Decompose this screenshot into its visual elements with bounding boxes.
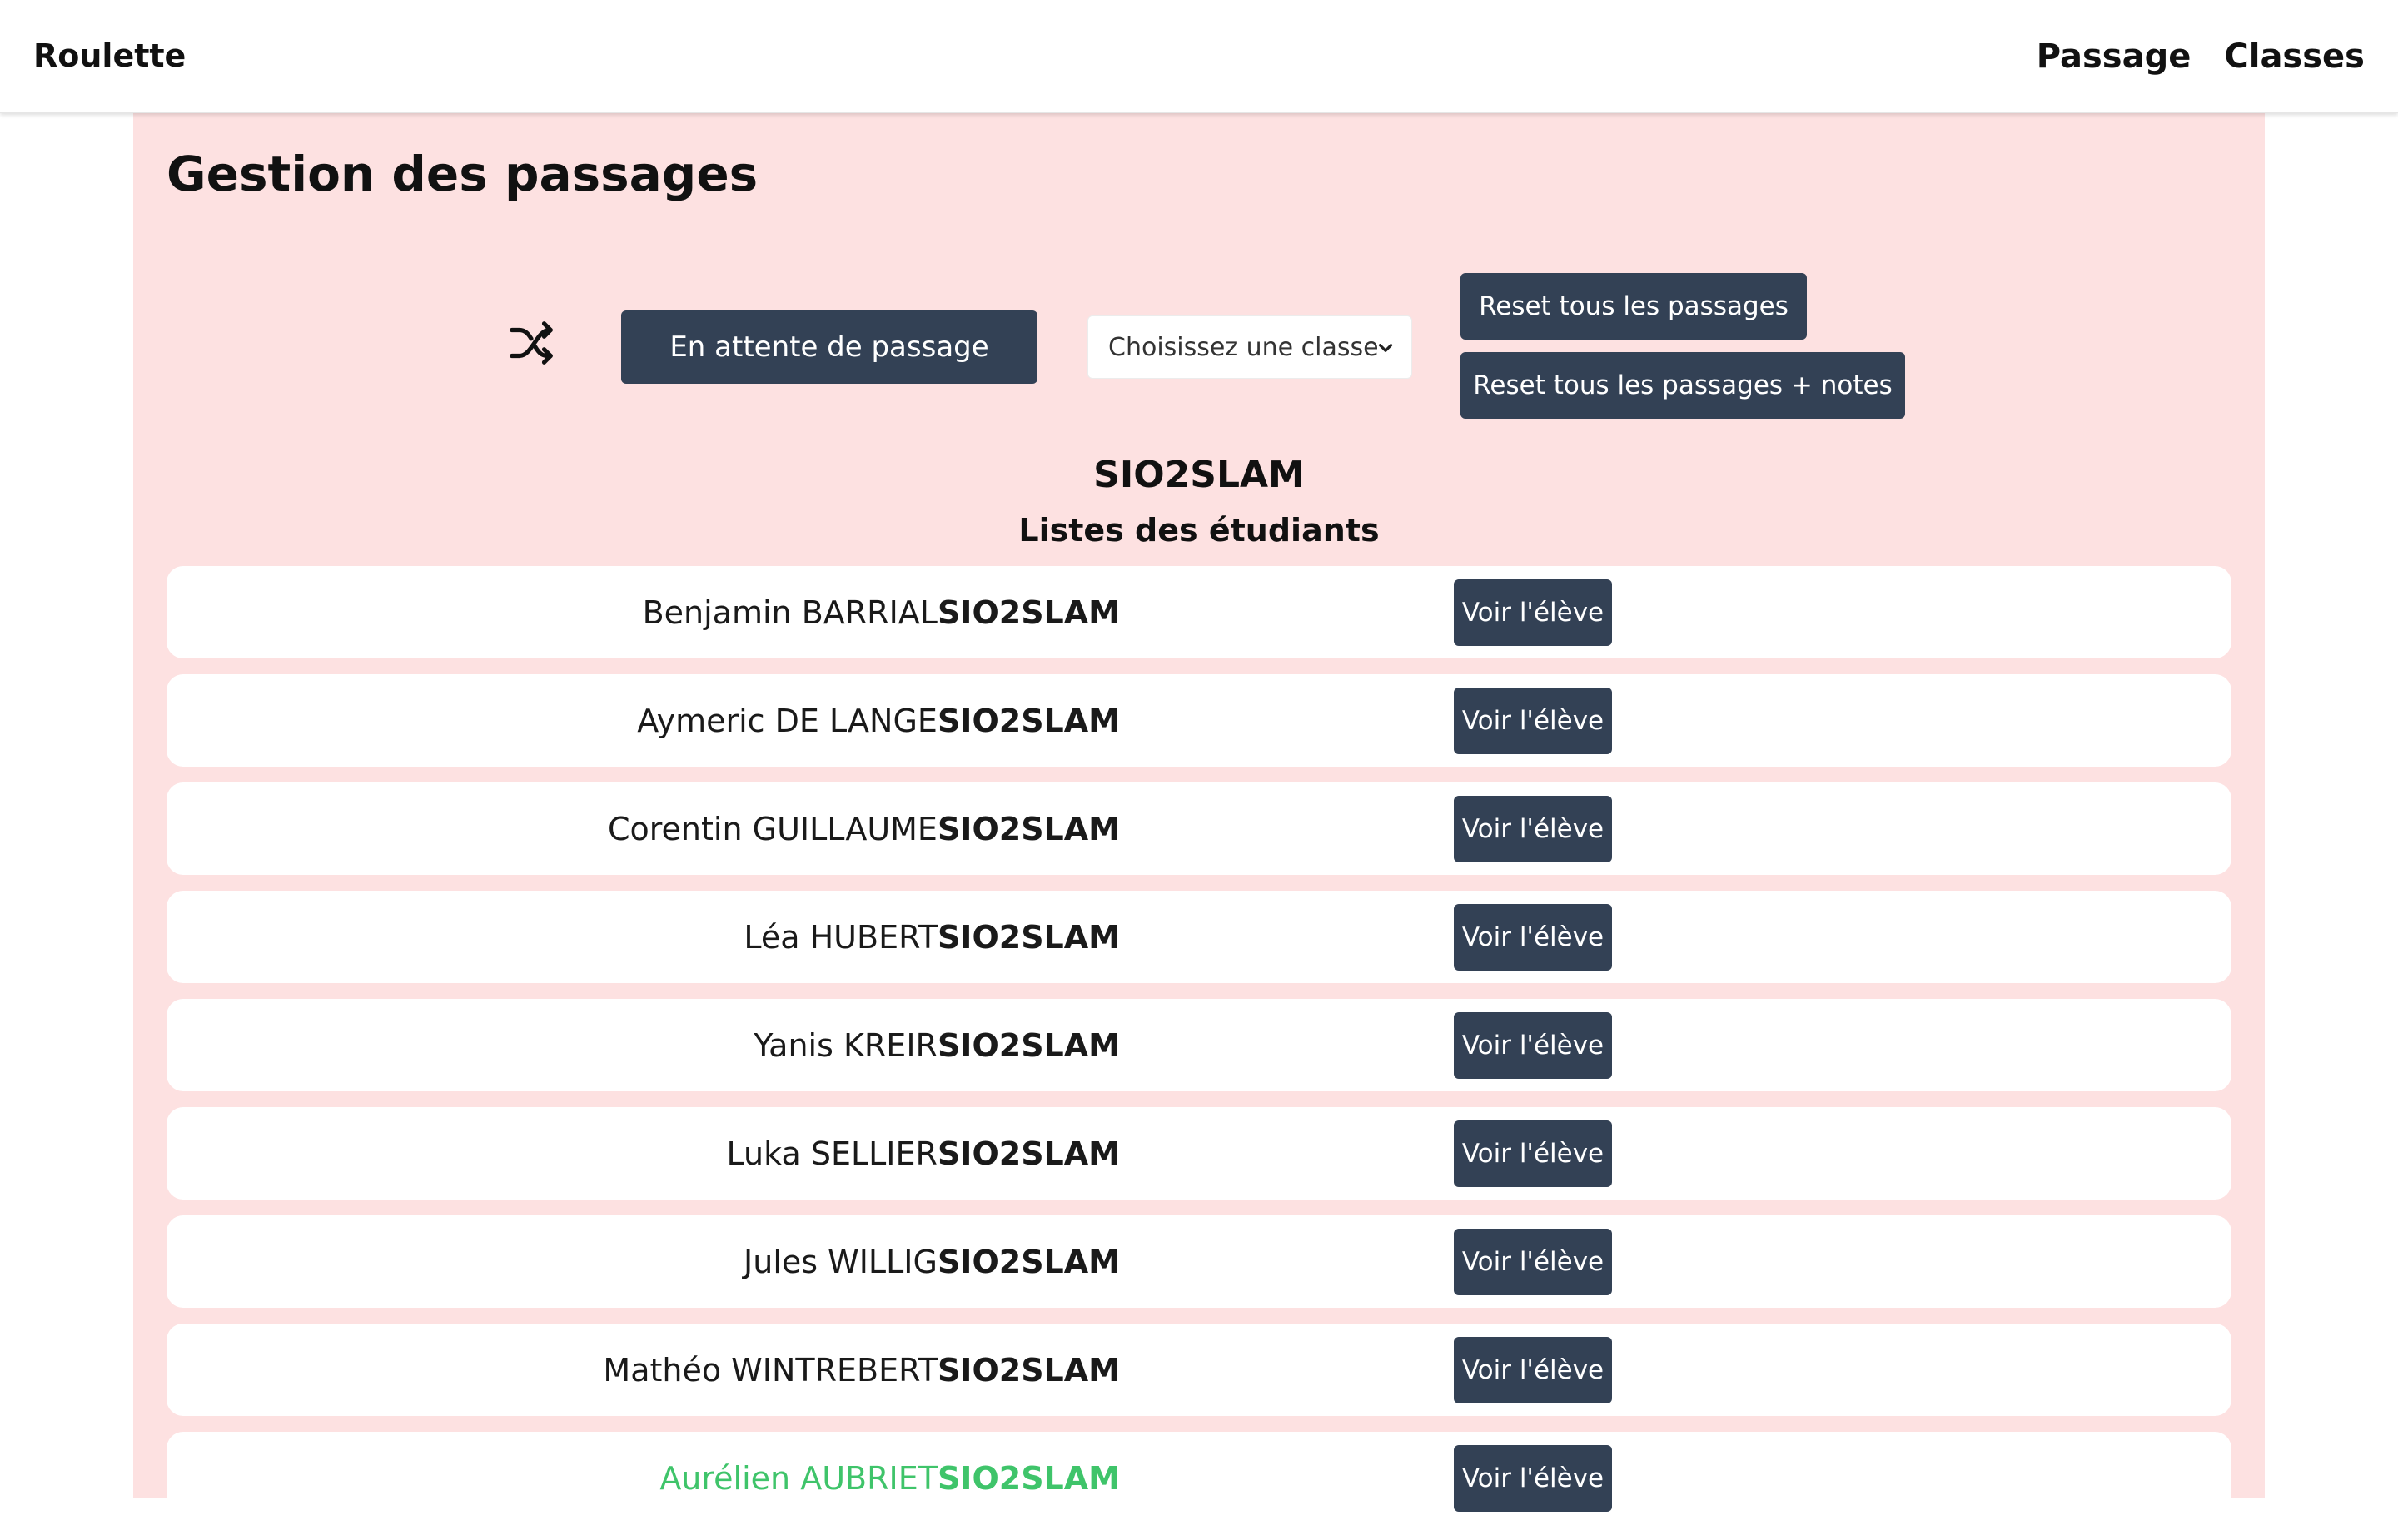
student-label: Léa HUBERT SIO2SLAM — [167, 891, 1120, 983]
view-student-button[interactable]: Voir l'élève — [1454, 579, 1612, 646]
navbar: Roulette Passage Classes — [0, 0, 2398, 113]
student-label: Corentin GUILLAUME SIO2SLAM — [167, 782, 1120, 875]
class-heading: SIO2SLAM — [1093, 454, 1305, 496]
student-label: Benjamin BARRIAL SIO2SLAM — [167, 566, 1120, 658]
student-row: Luka SELLIER SIO2SLAM Voir l'élève — [167, 1107, 2231, 1200]
student-row: Mathéo WINTREBERT SIO2SLAM Voir l'élève — [167, 1324, 2231, 1416]
student-label: Aymeric DE LANGE SIO2SLAM — [167, 674, 1120, 767]
page-title: Gestion des passages — [167, 146, 759, 202]
student-name: Luka SELLIER — [726, 1135, 938, 1172]
student-row: Aymeric DE LANGE SIO2SLAM Voir l'élève — [167, 674, 2231, 767]
nav-link-classes[interactable]: Classes — [2224, 37, 2365, 76]
view-student-button[interactable]: Voir l'élève — [1454, 796, 1612, 862]
student-name: Jules WILLIG — [744, 1243, 938, 1280]
student-name: Aymeric DE LANGE — [637, 702, 938, 739]
nav-links: Passage Classes — [2037, 0, 2365, 112]
student-label: Mathéo WINTREBERT SIO2SLAM — [167, 1324, 1120, 1416]
student-name: Léa HUBERT — [744, 918, 938, 956]
student-label: Yanis KREIR SIO2SLAM — [167, 999, 1120, 1091]
student-list: Benjamin BARRIAL SIO2SLAM Voir l'élève Aym… — [167, 566, 2231, 1540]
student-name: Yanis KREIR — [754, 1026, 938, 1064]
student-class: SIO2SLAM — [937, 918, 1120, 956]
student-list-title: Listes des étudiants — [1018, 512, 1380, 549]
student-row: Yanis KREIR SIO2SLAM Voir l'élève — [167, 999, 2231, 1091]
chevron-down-icon — [1375, 336, 1396, 358]
view-student-button[interactable]: Voir l'élève — [1454, 904, 1612, 971]
student-label: Luka SELLIER SIO2SLAM — [167, 1107, 1120, 1200]
student-class: SIO2SLAM — [937, 702, 1120, 739]
student-row: Aurélien AUBRIET SIO2SLAM Voir l'élève — [167, 1432, 2231, 1524]
waiting-passage-button[interactable]: En attente de passage — [621, 310, 1037, 384]
nav-link-passage[interactable]: Passage — [2037, 37, 2192, 76]
student-class: SIO2SLAM — [937, 594, 1120, 631]
student-name: Aurélien AUBRIET — [659, 1459, 938, 1497]
view-student-button[interactable]: Voir l'élève — [1454, 1012, 1612, 1079]
student-label: Aurélien AUBRIET SIO2SLAM — [167, 1432, 1120, 1524]
view-student-button[interactable]: Voir l'élève — [1454, 1229, 1612, 1295]
student-class: SIO2SLAM — [937, 1135, 1120, 1172]
class-select[interactable]: Choisissez une classe — [1087, 315, 1412, 379]
view-student-button[interactable]: Voir l'élève — [1454, 688, 1612, 754]
view-student-button[interactable]: Voir l'élève — [1454, 1337, 1612, 1403]
reset-passages-button[interactable]: Reset tous les passages — [1460, 273, 1807, 340]
student-row: Corentin GUILLAUME SIO2SLAM Voir l'élève — [167, 782, 2231, 875]
shuffle-icon[interactable] — [505, 317, 557, 369]
student-class: SIO2SLAM — [937, 810, 1120, 847]
student-label: Jules WILLIG SIO2SLAM — [167, 1215, 1120, 1308]
brand-link[interactable]: Roulette — [33, 0, 186, 112]
class-select-value: Choisissez une classe — [1108, 332, 1379, 362]
main-panel: Gestion des passages En attente de passa… — [133, 112, 2265, 1524]
view-student-button[interactable]: Voir l'élève — [1454, 1120, 1612, 1187]
student-class: SIO2SLAM — [937, 1351, 1120, 1388]
student-row: Jules WILLIG SIO2SLAM Voir l'élève — [167, 1215, 2231, 1308]
reset-passages-notes-button[interactable]: Reset tous les passages + notes — [1460, 352, 1905, 419]
student-name: Benjamin BARRIAL — [642, 594, 938, 631]
student-name: Corentin GUILLAUME — [607, 810, 938, 847]
student-class: SIO2SLAM — [937, 1026, 1120, 1064]
student-row: Léa HUBERT SIO2SLAM Voir l'élève — [167, 891, 2231, 983]
student-class: SIO2SLAM — [937, 1459, 1120, 1497]
view-student-button[interactable]: Voir l'élève — [1454, 1445, 1612, 1512]
student-row: Benjamin BARRIAL SIO2SLAM Voir l'élève — [167, 566, 2231, 658]
student-name: Mathéo WINTREBERT — [603, 1351, 938, 1388]
student-class: SIO2SLAM — [937, 1243, 1120, 1280]
